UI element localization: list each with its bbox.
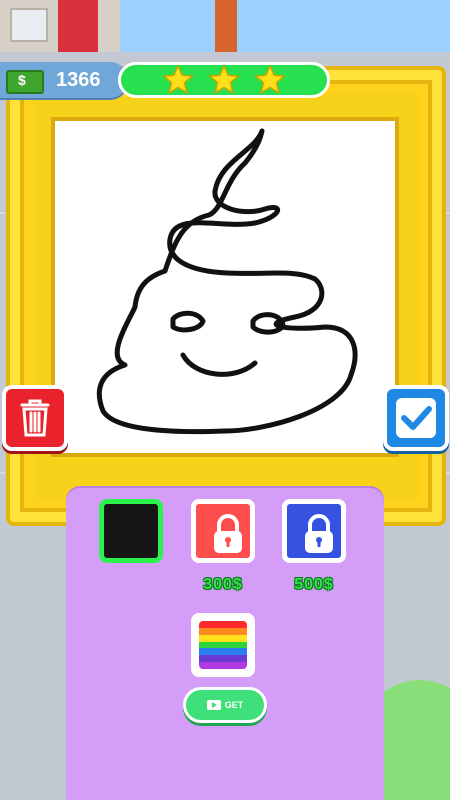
star-icon	[254, 64, 286, 95]
drawing-canvas[interactable]	[51, 117, 399, 457]
money-value: 1366	[56, 69, 101, 91]
doodle-smile	[180, 352, 258, 377]
check-icon	[396, 398, 436, 438]
price-label-blue: 500$	[294, 576, 334, 593]
price-label-red: 300$	[203, 576, 243, 593]
doodle-left-eye	[170, 310, 206, 333]
rainbow-stripes	[199, 621, 247, 669]
star-icon	[162, 64, 194, 95]
lock-icon	[214, 514, 242, 553]
background-building	[0, 0, 120, 52]
color-swatch-black[interactable]	[99, 499, 163, 563]
doodle-outline	[96, 128, 358, 435]
building-window	[10, 8, 48, 42]
get-rainbow-button[interactable]: GET	[183, 687, 267, 723]
video-ad-icon	[206, 700, 221, 710]
color-swatch-rainbow[interactable]	[191, 613, 255, 677]
cash-icon: $	[6, 70, 44, 94]
confirm-button[interactable]	[383, 385, 449, 451]
color-palette-panel: 300$ 500$ GET	[66, 488, 384, 800]
background-chimney	[215, 0, 237, 52]
doodle-drawing	[96, 128, 358, 435]
money-counter: $ 1366	[0, 62, 128, 98]
color-swatch-blue-locked[interactable]	[282, 499, 346, 563]
cash-symbol: $	[18, 72, 26, 88]
stars-rating	[118, 62, 330, 98]
get-button-label: GET	[224, 700, 244, 710]
star-icon	[208, 64, 240, 95]
color-swatch-red-locked[interactable]	[191, 499, 255, 563]
trash-icon	[20, 399, 50, 437]
lock-icon	[305, 514, 333, 553]
trash-button[interactable]	[2, 385, 68, 451]
building-red-wall	[58, 0, 98, 52]
